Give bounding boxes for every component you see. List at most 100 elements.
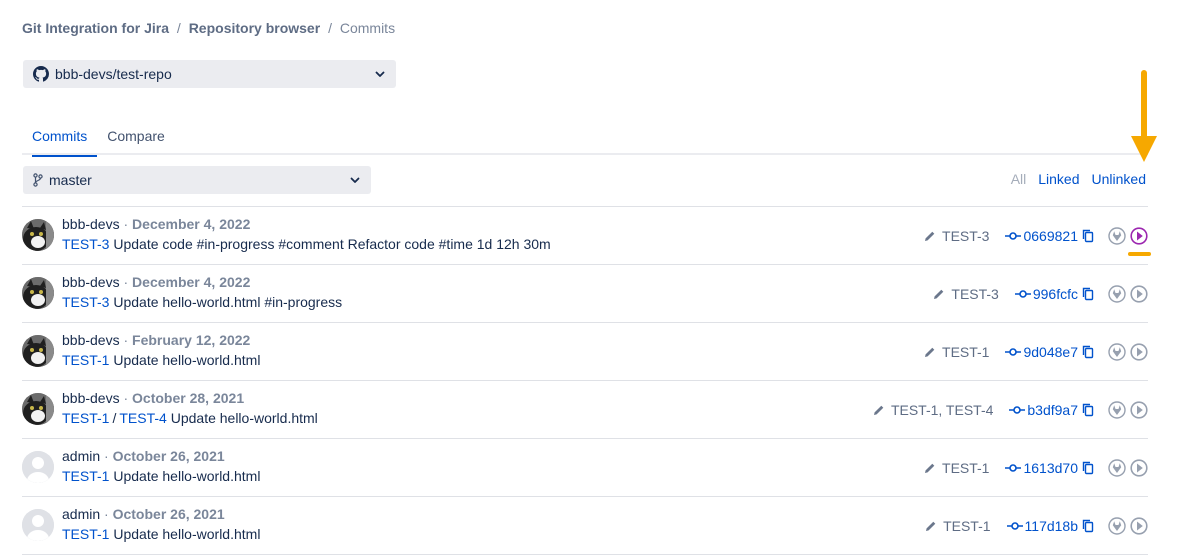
issue-separator: / bbox=[112, 410, 117, 426]
commit-action-icons bbox=[1108, 517, 1148, 535]
time-tracking-icon[interactable] bbox=[1130, 285, 1148, 303]
time-tracking-icon[interactable] bbox=[1130, 227, 1148, 245]
chevron-down-icon bbox=[349, 174, 361, 186]
commit-message-text: Update hello-world.html bbox=[170, 410, 318, 426]
breadcrumb: Git Integration for Jira / Repository br… bbox=[22, 20, 395, 36]
linked-issues[interactable]: TEST-3 bbox=[933, 286, 999, 302]
linked-issues[interactable]: TEST-1, TEST-4 bbox=[873, 402, 993, 418]
breadcrumb-separator: / bbox=[328, 20, 332, 36]
issue-key-link[interactable]: TEST-1 bbox=[62, 468, 109, 484]
linked-issues[interactable]: TEST-3 bbox=[924, 228, 989, 244]
commit-row: admin · October 26, 2021 TEST-1 Update he… bbox=[22, 497, 1148, 555]
tabs: Commits Compare bbox=[22, 120, 1148, 157]
commit-hash-link[interactable]: 1613d70 bbox=[1005, 460, 1094, 476]
commit-hash-link[interactable]: b3df9a7 bbox=[1009, 402, 1094, 418]
commit-meta: admin · October 26, 2021 bbox=[62, 506, 225, 522]
breadcrumb-current: Commits bbox=[339, 20, 396, 36]
commit-author: bbb-devs bbox=[62, 216, 120, 232]
issue-key-link[interactable]: TEST-3 bbox=[62, 294, 109, 310]
pencil-icon[interactable] bbox=[924, 462, 936, 474]
commit-hash-link[interactable]: 0669821 bbox=[1005, 228, 1094, 244]
time-tracking-icon[interactable] bbox=[1130, 517, 1148, 535]
copy-icon[interactable] bbox=[1082, 287, 1094, 301]
commit-action-icons bbox=[1108, 227, 1148, 245]
breadcrumb-repository-browser[interactable]: Repository browser bbox=[189, 20, 320, 36]
commit-message: TEST-1 Update hello-world.html bbox=[62, 352, 260, 368]
commit-actions: TEST-1, TEST-4 b3df9a7 bbox=[873, 400, 1148, 420]
commit-author: admin bbox=[62, 448, 101, 464]
issue-key-link[interactable]: TEST-4 bbox=[119, 410, 166, 426]
commit-date: December 4, 2022 bbox=[132, 274, 251, 290]
commit-list: bbb-devs · December 4, 2022 TEST-3 Update… bbox=[22, 206, 1148, 555]
commit-hash-link[interactable]: 117d18b bbox=[1006, 518, 1094, 534]
tab-commits[interactable]: Commits bbox=[22, 120, 98, 157]
commit-meta: admin · October 26, 2021 bbox=[62, 448, 225, 464]
linked-issues[interactable]: TEST-1 bbox=[924, 344, 989, 360]
commit-icon bbox=[1005, 230, 1022, 242]
filter-all[interactable]: All bbox=[1011, 171, 1027, 187]
gitlab-icon[interactable] bbox=[1108, 227, 1126, 245]
avatar bbox=[22, 451, 54, 483]
tab-compare[interactable]: Compare bbox=[97, 120, 175, 155]
commit-message: TEST-3 Update code #in-progress #comment… bbox=[62, 236, 551, 252]
linked-issue-keys: TEST-1 bbox=[942, 460, 990, 476]
meta-separator: · bbox=[119, 274, 133, 290]
breadcrumb-root[interactable]: Git Integration for Jira bbox=[22, 20, 169, 36]
commit-hash-link[interactable]: 9d048e7 bbox=[1005, 344, 1094, 360]
linked-issues[interactable]: TEST-1 bbox=[924, 460, 989, 476]
commit-icon bbox=[1006, 520, 1023, 532]
commit-icon bbox=[1014, 288, 1031, 300]
gitlab-icon[interactable] bbox=[1108, 517, 1126, 535]
filter-unlinked[interactable]: Unlinked bbox=[1092, 171, 1146, 187]
commit-author: bbb-devs bbox=[62, 332, 120, 348]
time-tracking-icon[interactable] bbox=[1130, 343, 1148, 361]
commit-author: bbb-devs bbox=[62, 390, 120, 406]
commit-message-text: Update hello-world.html #in-progress bbox=[113, 294, 343, 310]
issue-key-link[interactable]: TEST-1 bbox=[62, 410, 109, 426]
copy-icon[interactable] bbox=[1082, 519, 1094, 533]
issue-key-link[interactable]: TEST-1 bbox=[62, 526, 109, 542]
linked-issue-keys: TEST-3 bbox=[942, 228, 990, 244]
commit-hash: b3df9a7 bbox=[1027, 402, 1078, 418]
gitlab-icon[interactable] bbox=[1108, 285, 1126, 303]
commit-action-icons bbox=[1108, 459, 1148, 477]
copy-icon[interactable] bbox=[1082, 461, 1094, 475]
pencil-icon[interactable] bbox=[925, 520, 937, 532]
commit-hash: 117d18b bbox=[1024, 518, 1078, 534]
meta-separator: · bbox=[100, 506, 113, 522]
pencil-icon[interactable] bbox=[873, 404, 885, 416]
commit-message: TEST-1 Update hello-world.html bbox=[62, 468, 260, 484]
repository-select[interactable]: bbb-devs/test-repo bbox=[23, 60, 396, 88]
copy-icon[interactable] bbox=[1082, 403, 1094, 417]
time-tracking-icon[interactable] bbox=[1130, 459, 1148, 477]
commit-message: TEST-3 Update hello-world.html #in-progr… bbox=[62, 294, 342, 310]
meta-separator: · bbox=[100, 448, 113, 464]
copy-icon[interactable] bbox=[1082, 229, 1094, 243]
gitlab-icon[interactable] bbox=[1108, 343, 1126, 361]
pencil-icon[interactable] bbox=[933, 288, 945, 300]
meta-separator: · bbox=[119, 390, 133, 406]
commit-row: bbb-devs · December 4, 2022 TEST-3 Update… bbox=[22, 265, 1148, 323]
commit-hash: 1613d70 bbox=[1023, 460, 1078, 476]
commit-message-text: Update code #in-progress #comment Refact… bbox=[113, 236, 551, 252]
commit-row: bbb-devs · October 28, 2021 TEST-1/TEST-4… bbox=[22, 381, 1148, 439]
issue-key-link[interactable]: TEST-3 bbox=[62, 236, 109, 252]
linked-issues[interactable]: TEST-1 bbox=[925, 518, 991, 534]
branch-select[interactable]: master bbox=[23, 166, 371, 194]
meta-separator: · bbox=[119, 332, 133, 348]
commit-message: TEST-1 Update hello-world.html bbox=[62, 526, 260, 542]
commit-message-text: Update hello-world.html bbox=[113, 526, 261, 542]
time-tracking-icon[interactable] bbox=[1130, 401, 1148, 419]
commit-hash-link[interactable]: 996fcfc bbox=[1014, 286, 1094, 302]
avatar bbox=[22, 393, 54, 425]
gitlab-icon[interactable] bbox=[1108, 459, 1126, 477]
copy-icon[interactable] bbox=[1082, 345, 1094, 359]
pencil-icon[interactable] bbox=[924, 230, 936, 242]
gitlab-icon[interactable] bbox=[1108, 401, 1126, 419]
commit-meta: bbb-devs · December 4, 2022 bbox=[62, 216, 250, 232]
branch-select-value: master bbox=[49, 172, 92, 188]
pencil-icon[interactable] bbox=[924, 346, 936, 358]
filter-linked[interactable]: Linked bbox=[1038, 171, 1079, 187]
issue-key-link[interactable]: TEST-1 bbox=[62, 352, 109, 368]
commit-hash: 9d048e7 bbox=[1023, 344, 1078, 360]
